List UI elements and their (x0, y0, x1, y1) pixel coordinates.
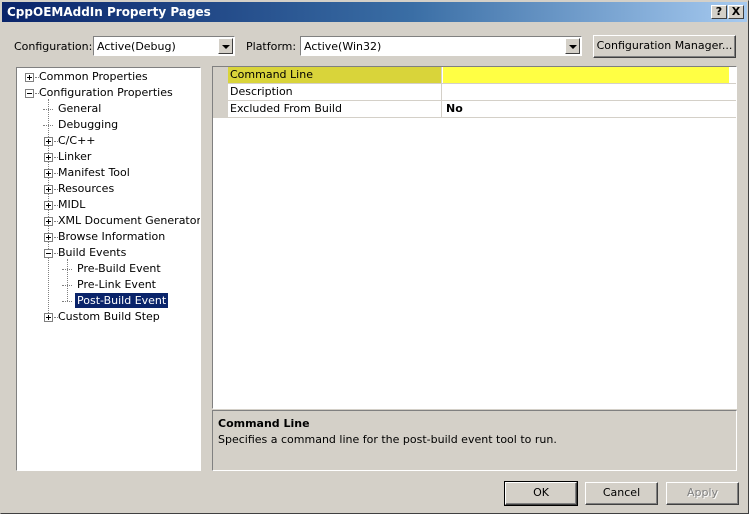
tree-item-label: Pre-Link Event (77, 278, 156, 291)
tree-item-manifest-tool[interactable]: Manifest Tool (17, 165, 200, 181)
property-row[interactable]: Description (228, 84, 736, 101)
property-row[interactable]: Command Line (228, 67, 736, 84)
ok-button[interactable]: OK (504, 481, 578, 506)
expand-plus-icon[interactable] (25, 73, 34, 82)
tree-item-browse-information[interactable]: Browse Information (17, 229, 200, 245)
tree-item-custom-build-step[interactable]: Custom Build Step (17, 309, 200, 325)
platform-label: Platform: (246, 40, 297, 53)
grid-margin (213, 67, 228, 118)
tree-item-configuration-properties[interactable]: Configuration Properties (17, 85, 200, 101)
platform-value: Active(Win32) (304, 40, 382, 53)
expand-plus-icon[interactable] (44, 201, 53, 210)
property-name[interactable]: Command Line (228, 67, 442, 83)
description-title: Command Line (218, 417, 310, 430)
tree-item-pre-build-event[interactable]: Pre-Build Event (17, 261, 200, 277)
tree-item-label: General (58, 102, 102, 115)
configuration-value: Active(Debug) (97, 40, 176, 53)
chevron-down-icon[interactable] (565, 38, 580, 54)
apply-button[interactable]: Apply (666, 482, 739, 505)
description-panel: Command Line Specifies a command line fo… (212, 410, 737, 471)
tree-item-resources[interactable]: Resources (17, 181, 200, 197)
property-row[interactable]: Excluded From Build No (228, 101, 736, 118)
tree-connector-line (43, 125, 53, 126)
tree-item-build-events[interactable]: Build Events (17, 245, 200, 261)
tree-item-label: Manifest Tool (58, 166, 130, 179)
property-name[interactable]: Description (228, 84, 442, 100)
property-value[interactable] (443, 84, 729, 100)
property-tree[interactable]: Common Properties Configuration Propertie… (16, 67, 201, 471)
tree-connector-line (43, 109, 53, 110)
expand-plus-icon[interactable] (44, 313, 53, 322)
tree-item-label: Linker (58, 150, 92, 163)
tree-item-debugging[interactable]: Debugging (17, 117, 200, 133)
tree-item-label: Configuration Properties (39, 86, 173, 99)
configuration-label: Configuration: (14, 40, 93, 53)
tree-item-pre-link-event[interactable]: Pre-Link Event (17, 277, 200, 293)
collapse-minus-icon[interactable] (44, 249, 53, 258)
tree-item-label: Debugging (58, 118, 119, 131)
property-name[interactable]: Excluded From Build (228, 101, 442, 117)
tree-item-label: MIDL (58, 198, 86, 211)
expand-plus-icon[interactable] (44, 153, 53, 162)
chevron-down-icon[interactable] (218, 38, 233, 54)
property-grid[interactable]: Command Line Description Excluded From Bui… (212, 66, 737, 409)
tree-item-label: Common Properties (39, 70, 148, 83)
tree-item-c-c[interactable]: C/C++ (17, 133, 200, 149)
tree-connector-line (62, 269, 72, 270)
property-value[interactable]: No (443, 101, 729, 117)
window-title: CppOEMAddIn Property Pages (7, 5, 211, 19)
tree-item-label: Post-Build Event (75, 293, 169, 308)
expand-plus-icon[interactable] (44, 233, 53, 242)
cancel-button[interactable]: Cancel (585, 482, 658, 505)
expand-plus-icon[interactable] (44, 169, 53, 178)
configuration-manager-button[interactable]: Configuration Manager... (593, 35, 736, 58)
tree-item-general[interactable]: General (17, 101, 200, 117)
tree-item-label: Build Events (58, 246, 127, 259)
tree-item-label: Pre-Build Event (77, 262, 161, 275)
tree-item-label: Custom Build Step (58, 310, 160, 323)
property-value[interactable] (443, 67, 729, 83)
tree-item-linker[interactable]: Linker (17, 149, 200, 165)
tree-item-xml-document-generator[interactable]: XML Document Generator (17, 213, 200, 229)
tree-item-midl[interactable]: MIDL (17, 197, 200, 213)
close-icon[interactable]: X (728, 5, 744, 19)
tree-item-label: XML Document Generator (58, 214, 201, 227)
expand-plus-icon[interactable] (44, 217, 53, 226)
collapse-minus-icon[interactable] (25, 89, 34, 98)
platform-dropdown[interactable]: Active(Win32) (300, 36, 582, 56)
tree-connector-line (62, 285, 72, 286)
tree-item-label: C/C++ (58, 134, 96, 147)
tree-item-common-properties[interactable]: Common Properties (17, 69, 200, 85)
description-text: Specifies a command line for the post-bu… (218, 433, 557, 446)
title-bar[interactable]: CppOEMAddIn Property Pages ? X (2, 2, 747, 22)
tree-item-label: Browse Information (58, 230, 166, 243)
configuration-dropdown[interactable]: Active(Debug) (93, 36, 235, 56)
property-pages-dialog: CppOEMAddIn Property Pages ? X Configura… (0, 0, 749, 514)
tree-item-label: Resources (58, 182, 115, 195)
tree-connector-line (62, 301, 72, 302)
expand-plus-icon[interactable] (44, 137, 53, 146)
expand-plus-icon[interactable] (44, 185, 53, 194)
help-icon[interactable]: ? (711, 5, 727, 19)
tree-item-post-build-event[interactable]: Post-Build Event (17, 293, 200, 309)
